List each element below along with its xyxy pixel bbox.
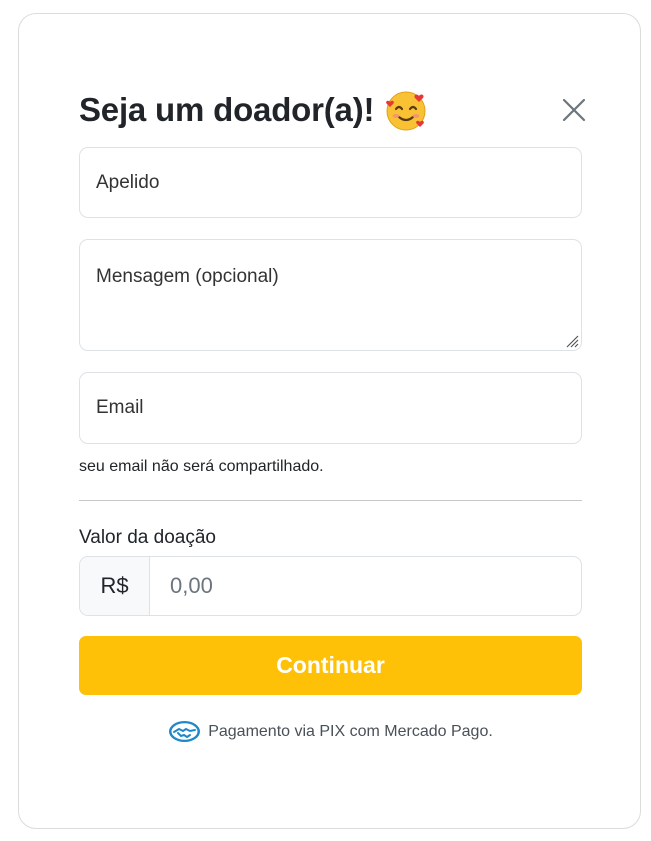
email-placeholder: Email	[96, 397, 144, 418]
divider	[79, 500, 582, 501]
payment-info: Pagamento via PIX com Mercado Pago.	[79, 720, 582, 743]
modal-header: Seja um doador(a)!	[79, 78, 589, 142]
continue-button[interactable]: Continuar	[79, 636, 582, 695]
close-button[interactable]	[559, 95, 589, 125]
close-icon	[562, 98, 586, 122]
payment-info-text: Pagamento via PIX com Mercado Pago.	[208, 722, 493, 740]
amount-input-group: R$ 0,00	[79, 556, 582, 616]
modal-title-group: Seja um doador(a)!	[79, 88, 428, 132]
nickname-placeholder: Apelido	[96, 171, 160, 193]
amount-label: Valor da doação	[79, 527, 216, 548]
email-hint: seu email não será compartilhado.	[79, 458, 324, 475]
donation-modal: Seja um doador(a)! Apelido Mensagem (opc…	[18, 13, 641, 829]
resize-grip-icon[interactable]	[563, 332, 579, 348]
email-input[interactable]: Email	[79, 372, 582, 444]
modal-title: Seja um doador(a)!	[79, 91, 375, 128]
currency-prefix: R$	[80, 557, 150, 615]
amount-placeholder: 0,00	[170, 573, 213, 598]
amount-input[interactable]: 0,00	[150, 557, 581, 615]
smiling-face-with-hearts-icon	[384, 88, 428, 132]
nickname-input[interactable]: Apelido	[79, 147, 582, 218]
message-placeholder: Mensagem (opcional)	[96, 266, 279, 287]
message-textarea[interactable]: Mensagem (opcional)	[79, 239, 582, 351]
mercado-pago-handshake-icon	[169, 721, 201, 742]
